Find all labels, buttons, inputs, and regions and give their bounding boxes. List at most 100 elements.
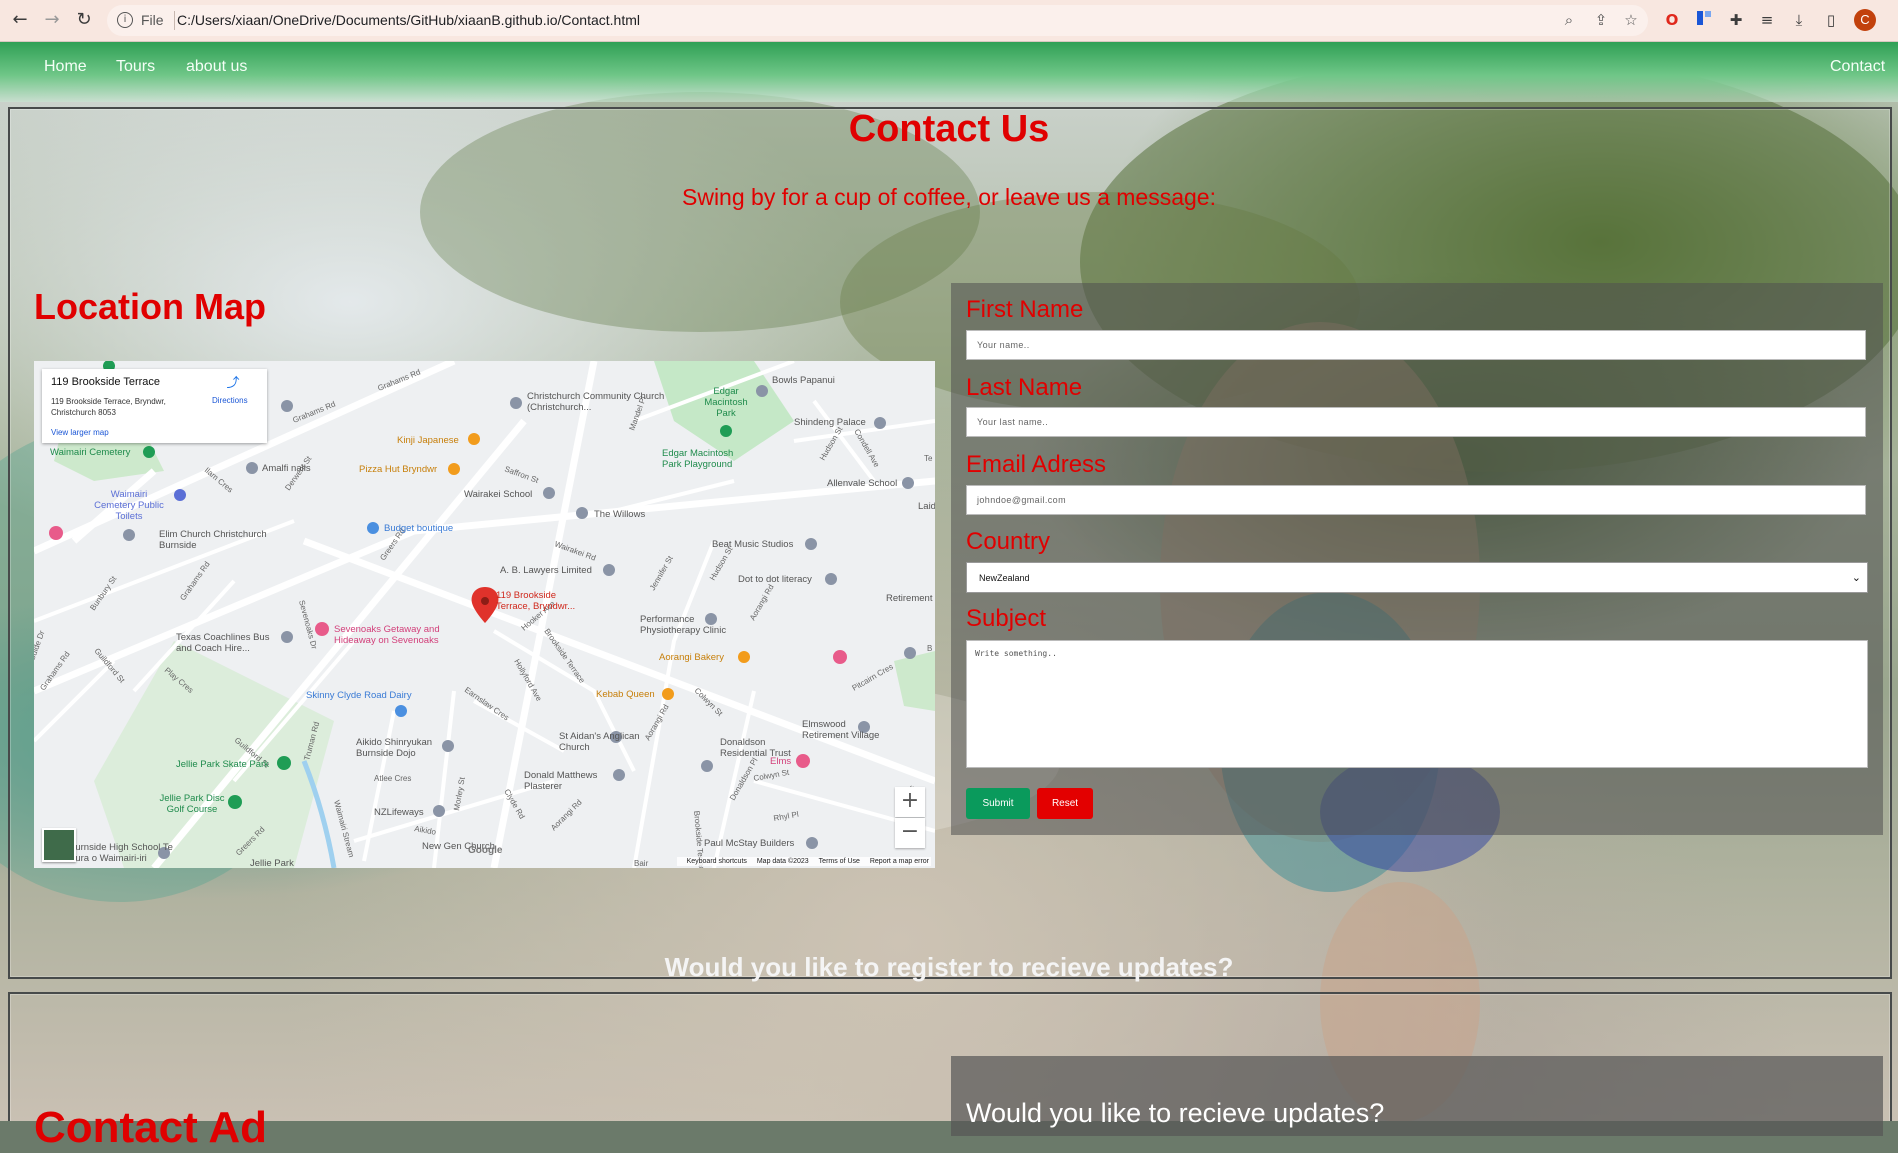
terms-link[interactable]: Terms of Use — [819, 858, 860, 865]
place-label: Retirement — [886, 593, 933, 604]
place-label: Elim Church Christchurch Burnside — [159, 529, 267, 551]
contact-title: Contact Us — [848, 108, 1050, 150]
profile-avatar[interactable]: C — [1854, 9, 1876, 31]
register-form: Would you like to recieve updates? — [951, 1056, 1883, 1136]
place-label: St Aidan's Anglican Church — [559, 731, 640, 753]
place-label: Pizza Hut Bryndwr — [359, 464, 438, 475]
map-card-address: 119 Brookside Terrace, Bryndwr, Christch… — [51, 397, 166, 417]
place-label: Budget boutique — [384, 523, 454, 534]
chevron-down-icon: ⌄ — [1851, 571, 1861, 584]
place-label: Jellie Park Disc Golf Course — [159, 793, 225, 815]
url-scheme: File — [141, 12, 164, 28]
side-panel-icon[interactable]: ▯ — [1821, 10, 1841, 30]
map-info-card: 119 Brookside Terrace 119 Brookside Terr… — [42, 369, 267, 443]
place-label: Jellie Park Skate Park — [176, 759, 269, 770]
email-input[interactable]: johndoe@gmail.com — [966, 485, 1866, 515]
place-label: Donald Matthews Plasterer — [524, 770, 598, 792]
place-label: Elmswood Retirement Village — [802, 719, 880, 741]
place-label: Waimairi Cemetery — [50, 447, 131, 458]
place-label: Christchurch Community Church (Christchu… — [527, 391, 665, 413]
place-label: NZLifeways — [374, 807, 424, 818]
forward-icon[interactable]: → — [40, 8, 64, 32]
place-label: Aikido Shinryukan Burnside Dojo — [356, 737, 433, 759]
contact-subtitle: Swing by for a cup of coffee, or leave u… — [682, 184, 1216, 210]
place-label: Sevenoaks Getaway and Hideaway on Seveno… — [334, 624, 440, 646]
place-label: Skinny Clyde Road Dairy — [306, 690, 412, 701]
zoom-icon[interactable]: ⌕ — [1559, 10, 1579, 30]
place-label: Beat Music Studios — [712, 539, 794, 550]
submit-button[interactable]: Submit — [966, 788, 1030, 819]
place-label: Performance Physiotherapy Clinic — [640, 614, 727, 636]
satellite-toggle-button[interactable] — [42, 828, 76, 862]
first-name-input[interactable]: Your name.. — [966, 330, 1866, 360]
register-panel-title: Would you like to recieve updates? — [966, 1098, 1385, 1128]
country-select[interactable]: NewZealand ⌄ — [966, 562, 1868, 593]
nav-home[interactable]: Home — [44, 58, 87, 76]
google-logo: Google — [468, 845, 503, 856]
google-map[interactable]: Grahams Rd Grahams Rd Wairakei Rd Aikido… — [34, 361, 935, 868]
place-label: Waimairi Cemetery Public Toilets — [94, 489, 164, 522]
place-label: Shindeng Palace — [794, 417, 866, 428]
nav-about-us[interactable]: about us — [186, 58, 247, 76]
last-name-label: Last Name — [966, 374, 1083, 401]
nav-contact[interactable]: Contact — [1830, 58, 1885, 76]
browser-toolbar: ← → ↻ i File C:/Users/xiaan/OneDrive/Doc… — [0, 0, 1898, 42]
place-label: The Willows — [594, 509, 646, 520]
reading-list-icon[interactable]: ≡ — [1757, 10, 1777, 30]
place-label: Texas Coachlines Bus and Coach Hire... — [176, 632, 270, 654]
place-label: Donaldson Residential Trust — [720, 737, 791, 759]
address-divider — [174, 11, 175, 30]
zoom-out-button[interactable]: − — [895, 818, 925, 848]
info-icon[interactable]: i — [117, 12, 133, 28]
extension-icon[interactable] — [1694, 10, 1714, 30]
register-heading: Would you like to register to recieve up… — [664, 952, 1234, 982]
place-label: Jellie Park — [250, 858, 294, 868]
pin-label: 119 Brookside Terrace, Bryndwr... — [496, 590, 576, 612]
report-map-error-link[interactable]: Report a map error — [870, 858, 929, 865]
zoom-in-button[interactable]: + — [895, 787, 925, 817]
puzzle-icon[interactable]: ✚ — [1726, 10, 1746, 30]
back-icon[interactable]: ← — [8, 8, 32, 32]
bookmark-star-icon[interactable]: ☆ — [1621, 10, 1641, 30]
address-bar[interactable]: i File C:/Users/xiaan/OneDrive/Documents… — [107, 5, 1648, 36]
place-label: Bowls Papanui — [772, 375, 835, 386]
reload-icon[interactable]: ↻ — [72, 8, 96, 32]
place-label: Elms — [770, 756, 792, 767]
directions-icon[interactable]: ⤴ — [226, 377, 240, 391]
place-label: Edgar Macintosh Park — [704, 386, 748, 419]
place-label: A. B. Lawyers Limited — [500, 565, 592, 576]
place-label: Kebab Queen — [596, 689, 655, 700]
keyboard-shortcuts-link[interactable]: Keyboard shortcuts — [687, 858, 747, 865]
url-text[interactable]: C:/Users/xiaan/OneDrive/Documents/GitHub… — [177, 12, 640, 28]
place-label: Burnside High School Te Kura o Waimairi-… — [69, 842, 173, 864]
contact-form: First Name Your name.. Last Name Your la… — [951, 283, 1883, 835]
share-icon[interactable]: ⇪ — [1591, 10, 1611, 30]
subject-label: Subject — [966, 605, 1047, 632]
last-name-input[interactable]: Your last name.. — [966, 407, 1866, 437]
email-label: Email Adress — [966, 451, 1107, 478]
place-label: Wairakei School — [464, 489, 533, 500]
top-navbar: Home Tours about us Contact — [0, 42, 1898, 102]
place-label: Edgar Macintosh Park Playground — [662, 448, 734, 470]
map-data-text: Map data ©2023 — [756, 858, 809, 865]
contact-address-heading: Contact Ad — [34, 1103, 268, 1152]
place-label: Allenvale School — [827, 478, 898, 489]
download-icon[interactable]: ⤓ — [1789, 10, 1809, 30]
place-label: Amalfi nails — [262, 463, 311, 474]
directions-link[interactable]: Directions — [212, 396, 248, 405]
place-label: Aorangi Bakery — [659, 652, 724, 663]
nav-tours[interactable]: Tours — [116, 58, 155, 76]
location-map-heading: Location Map — [34, 286, 266, 327]
view-larger-map-link[interactable]: View larger map — [51, 428, 109, 437]
reset-button[interactable]: Reset — [1037, 788, 1093, 819]
country-label: Country — [966, 528, 1051, 555]
subject-textarea[interactable]: Write something.. — [966, 640, 1868, 768]
map-card-title: 119 Brookside Terrace — [51, 376, 161, 388]
place-label: Kinji Japanese — [397, 435, 459, 446]
opera-extension-icon[interactable]: O — [1662, 10, 1682, 30]
first-name-label: First Name — [966, 296, 1084, 323]
place-label: Dot to dot literacy — [738, 574, 812, 585]
map-footer: Keyboard shortcuts Map data ©2023 Terms … — [676, 857, 931, 866]
place-label: Paul McStay Builders — [704, 838, 795, 849]
place-label: Laid — [918, 501, 935, 512]
